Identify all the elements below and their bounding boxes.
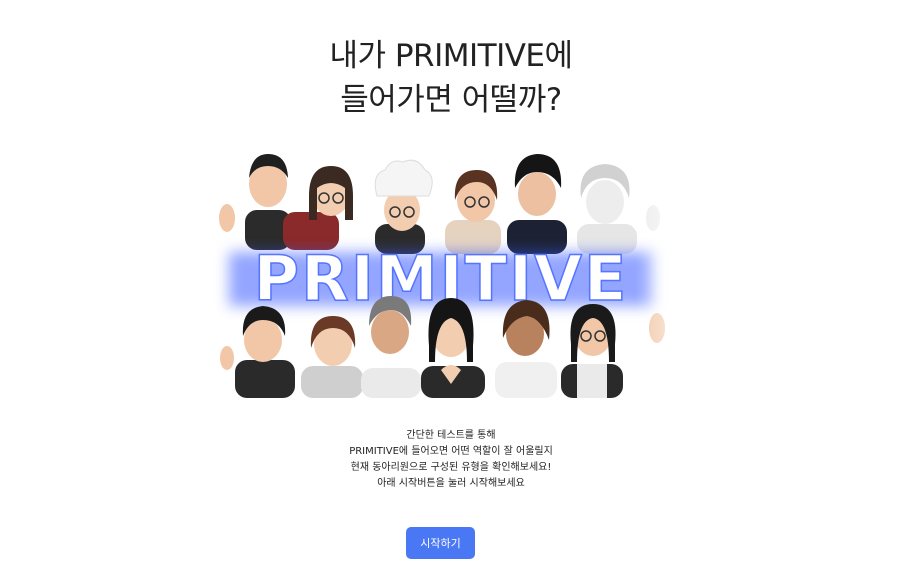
start-button[interactable]: 시작하기	[406, 527, 475, 559]
hero-image: PRIMITIVE	[205, 148, 677, 398]
description-line: PRIMITIVE에 들어오면 어떤 역할이 잘 어울릴지	[349, 446, 553, 457]
page-title: 내가 PRIMITIVE에 들어가면 어떨까?	[0, 34, 902, 122]
description-line: 아래 시작버튼을 눌러 시작해보세요	[377, 478, 525, 489]
description-line: 간단한 테스트를 통해	[406, 430, 496, 441]
description: 간단한 테스트를 통해 PRIMITIVE에 들어오면 어떤 역할이 잘 어울릴…	[0, 428, 902, 492]
avatar-group-back	[219, 154, 660, 254]
description-line: 현재 동아리원으로 구성된 유형을 확인해보세요!	[350, 462, 552, 473]
page-title-line2: 들어가면 어떨까?	[340, 82, 562, 118]
page: 내가 PRIMITIVE에 들어가면 어떨까? PRIMITIVE 간단한 테스…	[0, 0, 902, 586]
page-title-line1: 내가 PRIMITIVE에	[329, 38, 573, 74]
